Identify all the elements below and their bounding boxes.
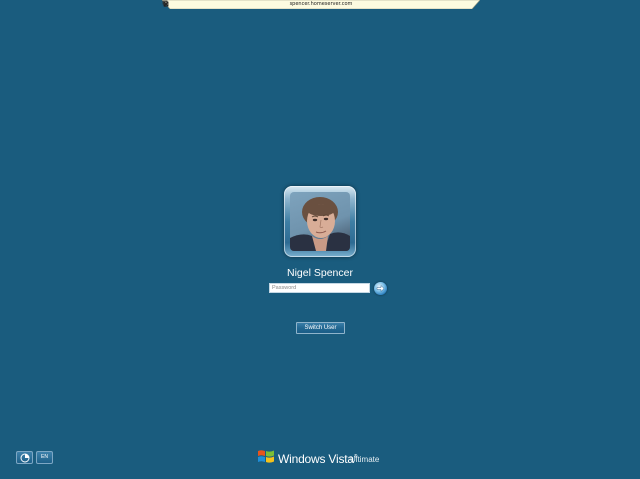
language-button[interactable]: EN	[36, 451, 53, 464]
user-photo-portrait	[290, 197, 350, 251]
submit-button[interactable]	[374, 282, 387, 295]
windows-flag-icon	[258, 450, 274, 463]
close-icon[interactable]	[162, 0, 170, 8]
ease-of-access-button[interactable]	[16, 451, 33, 464]
password-field[interactable]	[269, 283, 370, 293]
brand-product: Windows Vista®	[278, 452, 358, 466]
remote-connection-bar: spencer.homeserver.com	[162, 0, 480, 9]
user-name: Nigel Spencer	[287, 267, 353, 279]
remote-host-name: spencer.homeserver.com	[289, 1, 353, 7]
user-tile[interactable]	[284, 186, 356, 257]
ease-of-access-icon	[20, 453, 30, 463]
arrow-right-icon	[376, 285, 385, 292]
brand-edition: Ultimate	[350, 455, 380, 464]
switch-user-button[interactable]: Switch User	[296, 322, 345, 334]
windows-vista-logo: Windows Vista® Ultimate	[256, 446, 396, 470]
user-avatar	[290, 192, 350, 251]
